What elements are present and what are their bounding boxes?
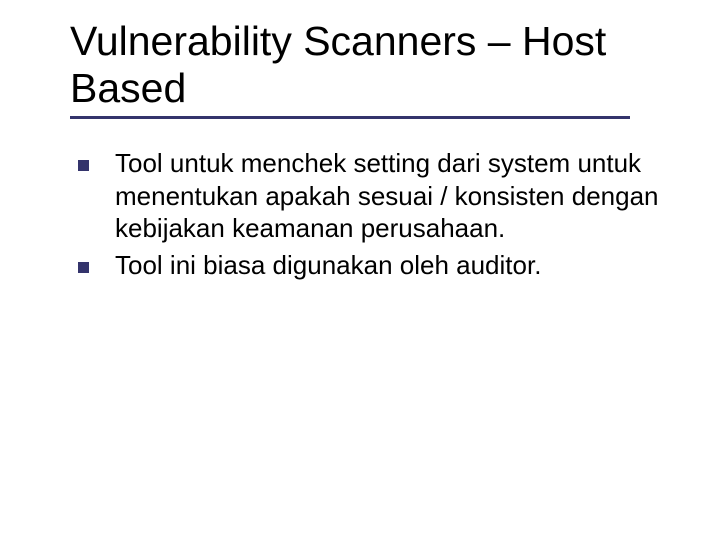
slide: Vulnerability Scanners – Host Based Tool… bbox=[0, 0, 720, 540]
square-bullet-icon bbox=[78, 262, 89, 273]
title-underline bbox=[70, 116, 630, 119]
bullet-text: Tool untuk menchek setting dari system u… bbox=[115, 147, 670, 245]
list-item: Tool ini biasa digunakan oleh auditor. bbox=[70, 249, 670, 282]
list-item: Tool untuk menchek setting dari system u… bbox=[70, 147, 670, 245]
square-bullet-icon bbox=[78, 160, 89, 171]
slide-title: Vulnerability Scanners – Host Based bbox=[70, 18, 670, 112]
bullet-text: Tool ini biasa digunakan oleh auditor. bbox=[115, 249, 541, 282]
bullet-list: Tool untuk menchek setting dari system u… bbox=[70, 147, 670, 281]
